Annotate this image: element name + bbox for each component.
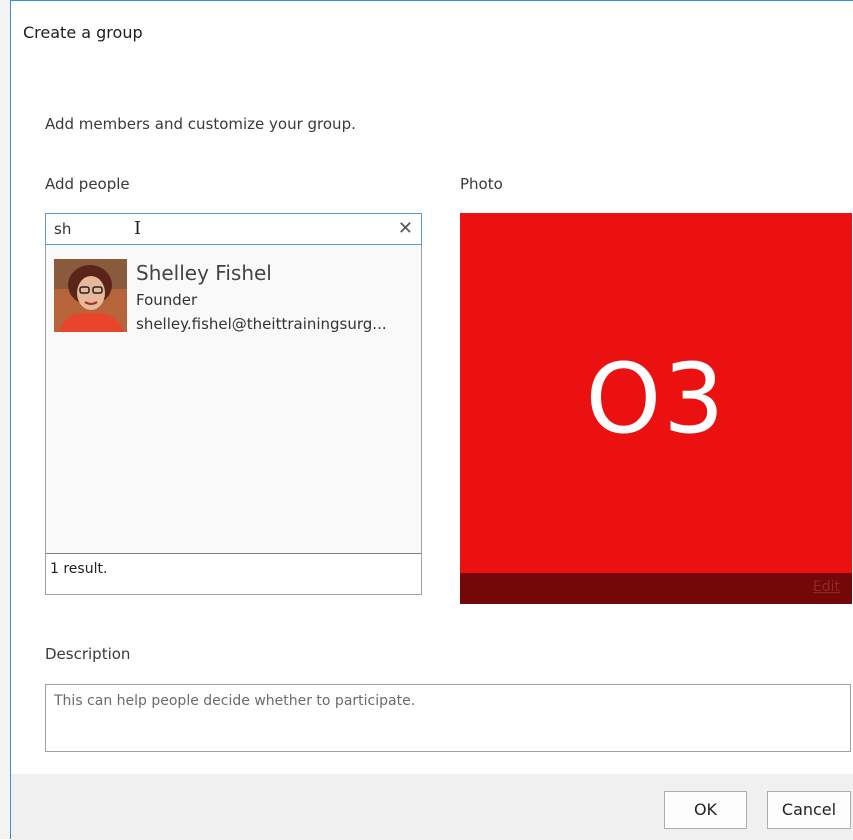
description-input[interactable]	[54, 690, 834, 712]
result-email: shelley.fishel@theittrainingsurg...	[136, 315, 387, 333]
ok-button[interactable]: OK	[664, 791, 747, 829]
text-cursor-icon: I	[134, 218, 142, 239]
dialog-title: Create a group	[23, 23, 143, 42]
result-name: Shelley Fishel	[136, 261, 272, 285]
description-label: Description	[45, 645, 131, 663]
people-search-input[interactable]	[54, 219, 374, 239]
result-item[interactable]: Shelley Fishel Founder shelley.fishel@th…	[54, 259, 414, 335]
avatar-photo	[54, 259, 127, 332]
group-initials: O3	[585, 343, 727, 455]
background-window-edge	[0, 0, 11, 839]
close-icon[interactable]: ✕	[398, 218, 413, 240]
people-picker: I ✕ Shelley Fishel	[45, 213, 422, 595]
people-search-row: I ✕	[45, 213, 422, 245]
picker-divider	[46, 553, 421, 554]
search-results: Shelley Fishel Founder shelley.fishel@th…	[46, 245, 421, 577]
group-photo: O3 Edit	[460, 213, 852, 604]
cancel-button[interactable]: Cancel	[767, 791, 851, 829]
result-count: 1 result.	[50, 561, 108, 577]
result-title: Founder	[136, 291, 198, 309]
create-group-dialog: Create a group Add members and customize…	[11, 0, 853, 840]
avatar	[54, 259, 127, 332]
add-people-label: Add people	[45, 175, 130, 193]
dialog-intro: Add members and customize your group.	[45, 115, 356, 133]
photo-label: Photo	[460, 175, 503, 193]
edit-photo-link[interactable]: Edit	[813, 579, 840, 595]
photo-edit-bar: Edit	[460, 573, 852, 604]
dialog-footer: OK Cancel	[11, 774, 853, 840]
description-box	[45, 684, 851, 752]
